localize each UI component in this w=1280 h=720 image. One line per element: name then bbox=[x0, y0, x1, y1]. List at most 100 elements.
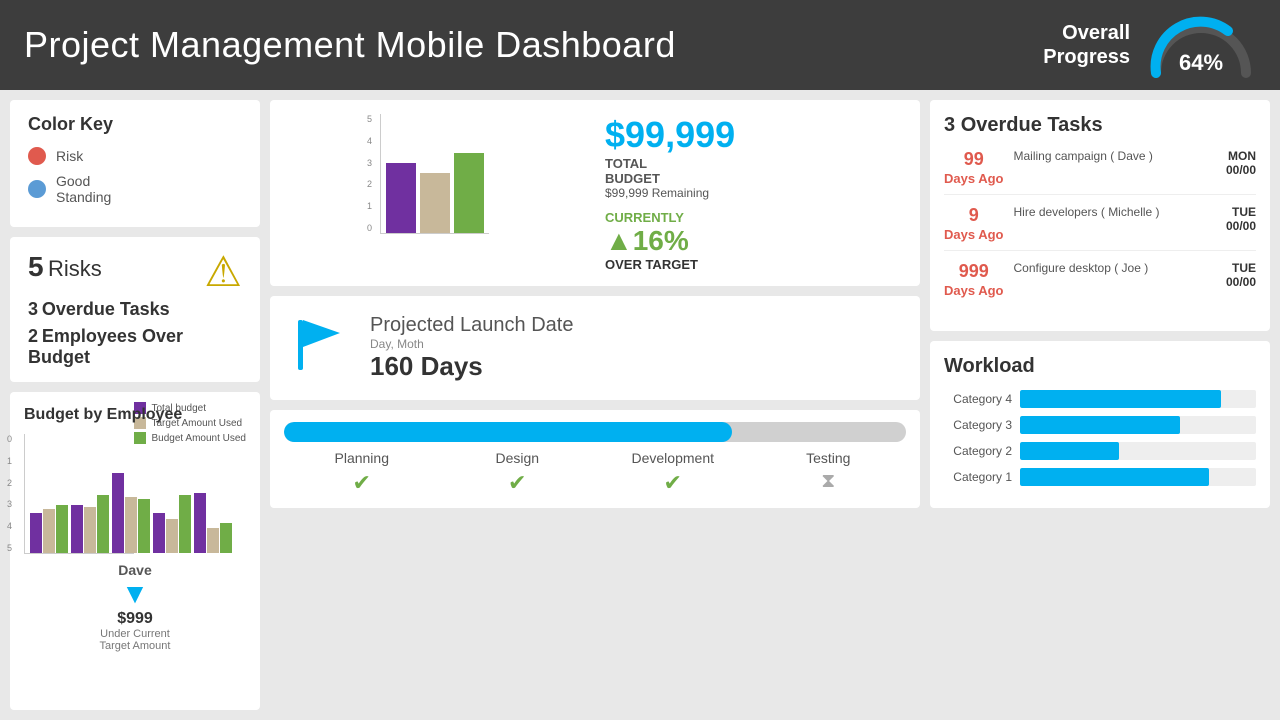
y-axis-labels: 543210 bbox=[7, 434, 12, 553]
workload-row-cat4: Category 4 bbox=[944, 390, 1256, 408]
phase-testing: Testing ⧗ bbox=[751, 450, 907, 496]
workload-fill-cat3 bbox=[1020, 416, 1180, 434]
middle-column: 012345 $99,999 TOTALBUDGET $99,999 Remai… bbox=[270, 100, 920, 710]
phase-planning-name: Planning bbox=[284, 450, 440, 466]
dave-section: Dave ▼ $999 Under CurrentTarget Amount bbox=[24, 562, 246, 652]
right-column: 3 Overdue Tasks 99 Days Ago Mailing camp… bbox=[930, 100, 1270, 710]
bar-tan-5 bbox=[207, 528, 219, 553]
task-day-3: TUE 00/00 bbox=[1226, 261, 1256, 289]
bar-purple-4 bbox=[153, 513, 165, 553]
phase-testing-name: Testing bbox=[751, 450, 907, 466]
launch-date-label: Day, Moth bbox=[370, 337, 573, 351]
overdue-title: 3 Overdue Tasks bbox=[944, 114, 1256, 137]
phases-card: Planning ✔ Design ✔ Development ✔ Testin… bbox=[270, 410, 920, 508]
color-key-card: Color Key Risk GoodStanding bbox=[10, 100, 260, 227]
gauge: 64% bbox=[1146, 13, 1256, 78]
budget-remaining: $99,999 Remaining bbox=[605, 186, 906, 200]
workload-title: Workload bbox=[944, 355, 1256, 378]
workload-label-cat2: Category 2 bbox=[944, 444, 1012, 458]
checkmark-design: ✔ bbox=[440, 470, 596, 496]
bar-tan-1 bbox=[43, 509, 55, 553]
bar-tan-3 bbox=[125, 497, 137, 553]
bar-purple-2 bbox=[71, 505, 83, 553]
checkmark-development: ✔ bbox=[595, 470, 751, 496]
budget-chart-area: 012345 bbox=[284, 114, 585, 272]
bar-green-4 bbox=[179, 495, 191, 553]
flag-icon bbox=[290, 315, 350, 382]
page-title: Project Management Mobile Dashboard bbox=[24, 24, 676, 66]
budget-amount: $99,999 bbox=[605, 114, 906, 156]
days-ago-1: 99 Days Ago bbox=[944, 149, 1003, 186]
risk-dot bbox=[28, 147, 46, 165]
dave-name: Dave bbox=[24, 562, 246, 578]
overall-progress: OverallProgress 64% bbox=[1043, 13, 1256, 78]
workload-card: Workload Category 4 Category 3 Category … bbox=[930, 341, 1270, 508]
dave-arrow-icon: ▼ bbox=[24, 578, 246, 610]
workload-fill-cat1 bbox=[1020, 468, 1209, 486]
bar-group-5 bbox=[194, 493, 232, 553]
task-day-2: TUE 00/00 bbox=[1226, 205, 1256, 233]
bar-group-2 bbox=[71, 495, 109, 553]
budget-employee-card: Budget by Employee Total budget Target A… bbox=[10, 392, 260, 710]
workload-label-cat4: Category 4 bbox=[944, 392, 1012, 406]
phase-development: Development ✔ bbox=[595, 450, 751, 496]
key-label-risk: Risk bbox=[56, 148, 83, 164]
over-budget-stat: 2 Employees Over Budget bbox=[28, 326, 242, 368]
dave-amount: $999 bbox=[24, 610, 246, 628]
phase-labels: Planning ✔ Design ✔ Development ✔ Testin… bbox=[284, 450, 906, 496]
bar-group-4 bbox=[153, 495, 191, 553]
task-desc-3: Configure desktop ( Joe ) bbox=[1013, 261, 1215, 275]
phase-design: Design ✔ bbox=[440, 450, 596, 496]
overdue-title-text: Overdue Tasks bbox=[961, 114, 1103, 136]
bar-group-3 bbox=[112, 473, 150, 553]
risks-count: 5 bbox=[28, 251, 44, 282]
workload-track-cat1 bbox=[1020, 468, 1256, 486]
workload-track-cat3 bbox=[1020, 416, 1256, 434]
bar-green-1 bbox=[56, 505, 68, 553]
launch-card: Projected Launch Date Day, Moth 160 Days bbox=[270, 296, 920, 400]
budget-chart: 012345 bbox=[380, 114, 489, 234]
launch-title: Projected Launch Date bbox=[370, 314, 573, 337]
main-content: Color Key Risk GoodStanding 5 Risks ⚠ 3 … bbox=[0, 90, 1280, 720]
checkmark-planning: ✔ bbox=[284, 470, 440, 496]
bar-green-2 bbox=[97, 495, 109, 553]
launch-info: Projected Launch Date Day, Moth 160 Days bbox=[370, 314, 573, 382]
bar-green-3 bbox=[138, 499, 150, 553]
key-item-risk: Risk bbox=[28, 147, 242, 165]
progress-track bbox=[284, 422, 906, 442]
risks-header: 5 Risks ⚠ bbox=[28, 251, 242, 293]
launch-days: 160 Days bbox=[370, 351, 573, 382]
risks-label: Risks bbox=[48, 256, 102, 281]
days-ago-2: 9 Days Ago bbox=[944, 205, 1003, 242]
workload-row-cat1: Category 1 bbox=[944, 468, 1256, 486]
overdue-count-num: 3 bbox=[944, 114, 955, 136]
header: Project Management Mobile Dashboard Over… bbox=[0, 0, 1280, 90]
phase-development-name: Development bbox=[595, 450, 751, 466]
workload-row-cat2: Category 2 bbox=[944, 442, 1256, 460]
days-ago-3: 999 Days Ago bbox=[944, 261, 1003, 298]
task-day-1: MON 00/00 bbox=[1226, 149, 1256, 177]
workload-track-cat4 bbox=[1020, 390, 1256, 408]
progress-fill bbox=[284, 422, 732, 442]
hourglass-testing: ⧗ bbox=[751, 470, 907, 493]
risks-card: 5 Risks ⚠ 3 Overdue Tasks 2 Employees Ov… bbox=[10, 237, 260, 382]
overdue-tasks-stat: 3 Overdue Tasks bbox=[28, 299, 242, 320]
good-standing-dot bbox=[28, 180, 46, 198]
bar-group-1 bbox=[30, 505, 68, 553]
risks-info: 5 Risks bbox=[28, 251, 102, 283]
total-budget-card: 012345 $99,999 TOTALBUDGET $99,999 Remai… bbox=[270, 100, 920, 286]
task-desc-2: Hire developers ( Michelle ) bbox=[1013, 205, 1215, 219]
budget-info: $99,999 TOTALBUDGET $99,999 Remaining CU… bbox=[585, 114, 906, 272]
warning-icon: ⚠ bbox=[204, 251, 242, 293]
workload-fill-cat4 bbox=[1020, 390, 1221, 408]
gauge-percent: 64% bbox=[1179, 50, 1223, 76]
workload-label-cat3: Category 3 bbox=[944, 418, 1012, 432]
left-column: Color Key Risk GoodStanding 5 Risks ⚠ 3 … bbox=[10, 100, 260, 710]
bar-purple-3 bbox=[112, 473, 124, 553]
color-key-title: Color Key bbox=[28, 114, 242, 135]
task-desc-1: Mailing campaign ( Dave ) bbox=[1013, 149, 1215, 163]
progress-label: OverallProgress bbox=[1043, 21, 1130, 69]
bar-purple-1 bbox=[30, 513, 42, 553]
overdue-count: 3 bbox=[28, 299, 38, 319]
budget-total-label: TOTALBUDGET bbox=[605, 156, 906, 186]
